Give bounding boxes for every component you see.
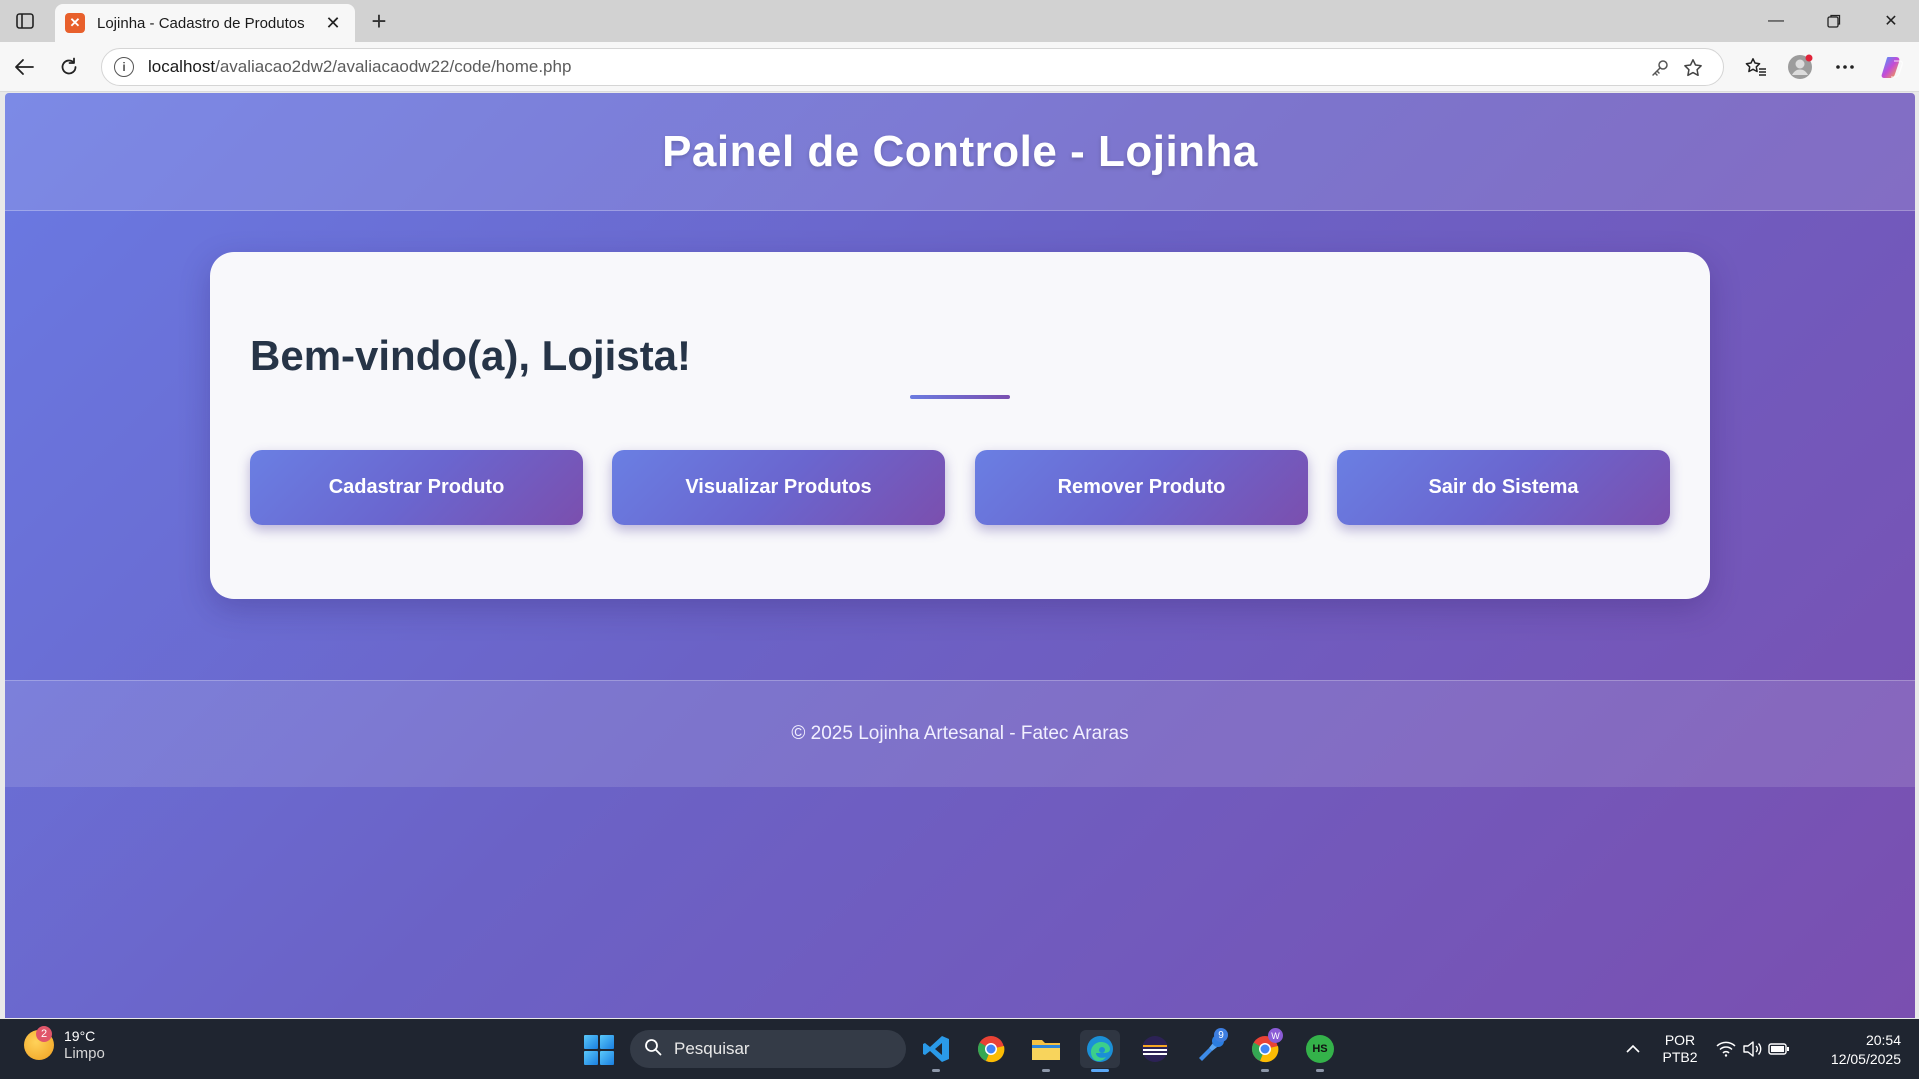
search-icon (644, 1038, 662, 1061)
eclipse-icon[interactable] (1135, 1030, 1175, 1068)
volume-icon[interactable] (1740, 1019, 1764, 1079)
taskbar-search[interactable]: Pesquisar (630, 1030, 906, 1068)
weather-badge: 2 (36, 1026, 52, 1042)
windows-taskbar: 2 19°C Limpo Pesquisar 9 W HS POR PTB2 2… (0, 1019, 1919, 1079)
page-title: Painel de Controle - Lojinha (662, 126, 1258, 176)
browser-toolbar: i localhost/avaliacao2dw2/avaliacaodw22/… (0, 42, 1919, 92)
tab-close-icon[interactable]: ✕ (321, 13, 345, 34)
welcome-card: Bem-vindo(a), Lojista! Cadastrar Produto… (210, 252, 1710, 599)
favorite-star-icon[interactable] (1677, 49, 1709, 87)
heading-divider (910, 395, 1010, 399)
wifi-icon[interactable] (1715, 1019, 1737, 1079)
tray-chevron-up-icon[interactable] (1620, 1019, 1646, 1079)
visualizar-produtos-button[interactable]: Visualizar Produtos (612, 450, 945, 525)
profile-avatar-icon[interactable] (1784, 52, 1816, 82)
chrome-icon[interactable] (971, 1030, 1011, 1068)
sair-sistema-button[interactable]: Sair do Sistema (1337, 450, 1670, 525)
welcome-heading: Bem-vindo(a), Lojista! (250, 332, 692, 379)
clock-time: 20:54 (1865, 1032, 1901, 1048)
url-text[interactable]: localhost/avaliacao2dw2/avaliacaodw22/co… (148, 57, 571, 77)
clock-date: 12/05/2025 (1830, 1051, 1901, 1067)
minimize-icon[interactable]: — (1747, 0, 1805, 42)
vscode-icon[interactable] (916, 1030, 956, 1072)
action-buttons: Cadastrar Produto Visualizar Produtos Re… (250, 450, 1670, 525)
site-header: Painel de Controle - Lojinha (5, 93, 1915, 211)
window-close-icon[interactable]: ✕ (1862, 0, 1919, 42)
weather-widget[interactable]: 2 19°C Limpo (24, 1026, 105, 1063)
xampp-favicon-icon: ✕ (65, 13, 85, 33)
steam-icon[interactable]: 9 (1190, 1028, 1230, 1068)
weather-sun-icon: 2 (24, 1026, 54, 1060)
restore-icon[interactable] (1805, 0, 1863, 42)
copilot-icon[interactable] (1877, 52, 1909, 82)
key-icon[interactable] (1644, 49, 1676, 87)
hs-app-icon[interactable]: HS (1300, 1030, 1340, 1072)
windows-start-icon[interactable] (584, 1035, 614, 1065)
refresh-icon[interactable] (53, 52, 85, 82)
chrome-profile-badge: W (1268, 1028, 1283, 1043)
file-explorer-icon[interactable] (1026, 1030, 1066, 1072)
chrome-profile-icon[interactable]: W (1245, 1028, 1285, 1072)
weather-condition: Limpo (64, 1045, 105, 1062)
edge-icon[interactable] (1080, 1030, 1120, 1072)
address-bar[interactable]: i localhost/avaliacao2dw2/avaliacaodw22/… (101, 48, 1724, 86)
site-info-icon[interactable]: i (114, 57, 134, 77)
tab-actions-icon[interactable] (12, 9, 38, 33)
tab-title: Lojinha - Cadastro de Produtos (97, 14, 305, 32)
footer-text: © 2025 Lojinha Artesanal - Fatec Araras (791, 723, 1129, 744)
new-tab-icon[interactable]: + (364, 6, 394, 37)
page-viewport: Painel de Controle - Lojinha Bem-vindo(a… (5, 93, 1915, 1018)
language-indicator[interactable]: POR PTB2 (1658, 1019, 1702, 1079)
back-arrow-icon[interactable] (8, 52, 40, 82)
browser-tab-bar: ✕ Lojinha - Cadastro de Produtos ✕ + — ✕ (0, 0, 1919, 42)
site-footer: © 2025 Lojinha Artesanal - Fatec Araras (5, 680, 1915, 787)
battery-icon[interactable] (1766, 1019, 1792, 1079)
search-placeholder: Pesquisar (674, 1039, 750, 1058)
browser-tab-active[interactable]: ✕ Lojinha - Cadastro de Produtos ✕ (55, 4, 355, 42)
cadastrar-produto-button[interactable]: Cadastrar Produto (250, 450, 583, 525)
steam-badge: 9 (1214, 1028, 1228, 1042)
system-clock[interactable]: 20:54 12/05/2025 (1831, 1031, 1901, 1069)
remover-produto-button[interactable]: Remover Produto (975, 450, 1308, 525)
temperature: 19°C (64, 1028, 96, 1044)
favorites-icon[interactable] (1740, 52, 1772, 82)
more-options-icon[interactable] (1829, 52, 1861, 82)
